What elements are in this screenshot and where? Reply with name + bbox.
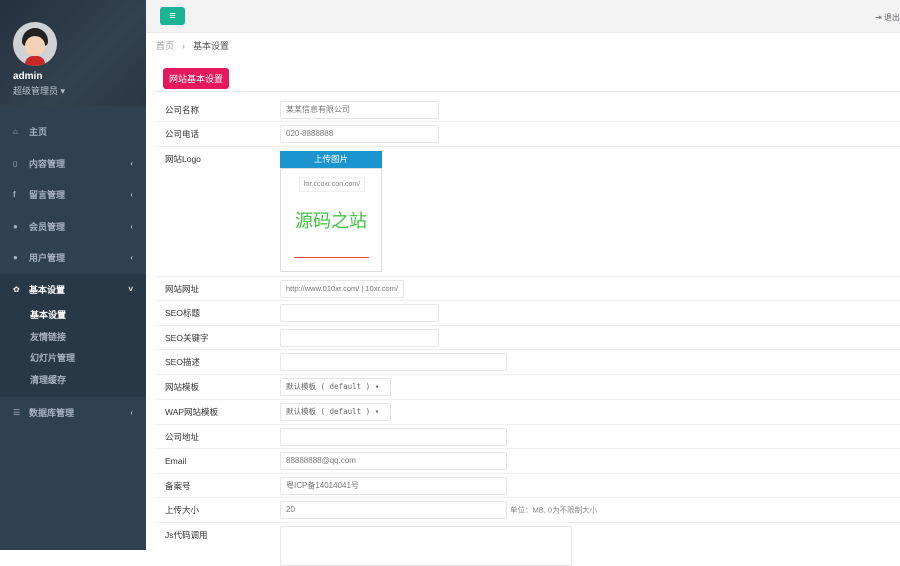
row-company-phone: 公司电话 020-8888888 (155, 122, 900, 147)
upload-size-hint: 单位：MB, 0为不限制大小 (510, 505, 598, 515)
chevron-right-icon: › (182, 41, 186, 51)
topbar: ≡ ⇥ 退出 (146, 0, 900, 33)
company-phone-input[interactable]: 020-8888888 (280, 125, 439, 143)
row-template: 网站模板 默认模板 ( default ) ▾ (155, 375, 900, 400)
company-name-input[interactable]: 某某信息有限公司 (280, 101, 439, 119)
row-logo: 网站Logo (155, 147, 900, 277)
row-upload-size: 上传大小 20 单位：MB, 0为不限制大小 (155, 498, 900, 523)
template-select[interactable]: 默认模板 ( default ) ▾ (280, 378, 391, 396)
chevron-left-icon: ‹ (130, 253, 133, 263)
avatar (13, 22, 57, 66)
row-js-code: Js代码调用 (155, 523, 900, 566)
sidebar-item-members[interactable]: ● 会员管理 ‹ (0, 211, 146, 243)
row-seo-title: SEO标题 (155, 301, 900, 326)
chevron-left-icon: ‹ (130, 190, 133, 200)
hamburger-icon: ≡ (169, 10, 176, 22)
logo-preview: htr.ccoxr.con.com/ 源码之站 (280, 168, 382, 272)
row-icp: 备案号 粤ICP备14014041号 (155, 474, 900, 498)
submenu-clear-cache[interactable]: 清理缓存 (0, 370, 146, 392)
row-email: Email 88888888@qq.com (155, 449, 900, 474)
sidebar-item-users[interactable]: ● 用户管理 ‹ (0, 242, 146, 274)
site-url-input[interactable]: http://www.010xr.com/ | 10xr.com/ (280, 280, 404, 298)
breadcrumb-home[interactable]: 首页 (156, 41, 174, 51)
sign-out-icon: ⇥ (875, 13, 882, 22)
sidebar-item-messages[interactable]: f 留言管理 ‹ (0, 179, 146, 211)
sidebar-item-content[interactable]: ▯ 内容管理 ‹ (0, 148, 146, 180)
wap-template-select[interactable]: 默认模板 ( default ) ▾ (280, 403, 391, 421)
chevron-left-icon: ‹ (130, 158, 133, 168)
email-input[interactable]: 88888888@qq.com (280, 452, 507, 470)
user-role-dropdown[interactable]: 超级管理员 ▾ (13, 84, 146, 97)
chevron-left-icon: ‹ (130, 221, 133, 231)
user-icon: ● (13, 253, 18, 263)
user-name: admin (13, 71, 43, 82)
user-icon: ● (13, 221, 18, 231)
row-seo-keywords: SEO关键字 (155, 326, 900, 350)
upload-size-input[interactable]: 20 (280, 501, 507, 519)
row-address: 公司地址 (155, 425, 900, 449)
submenu-basic-settings[interactable]: 基本设置 (0, 305, 146, 327)
row-wap-template: WAP网站模板 默认模板 ( default ) ▾ (155, 400, 900, 425)
upload-image-button[interactable]: 上传图片 (280, 151, 382, 168)
js-code-textarea[interactable] (280, 526, 572, 566)
section-tag: 网站基本设置 (163, 68, 230, 89)
logout-link[interactable]: ⇥ 退出 (875, 12, 900, 23)
menu-toggle-button[interactable]: ≡ (160, 7, 185, 25)
breadcrumb: 首页 › 基本设置 (156, 39, 229, 52)
gear-icon: ✿ (13, 284, 20, 294)
chevron-down-icon: ˅ (128, 284, 133, 294)
breadcrumb-current: 基本设置 (193, 41, 230, 51)
chevron-left-icon: ‹ (130, 408, 133, 418)
home-icon: ⌂ (13, 127, 18, 137)
facebook-icon: f (13, 190, 16, 200)
submenu-slides[interactable]: 幻灯片管理 (0, 348, 146, 370)
sidebar: admin 超级管理员 ▾ ⌂ 主页 ▯ 内容管理 ‹ f 留言管理 ‹ ● 会员管理 ‹ ●… (0, 0, 146, 550)
submenu-friend-links[interactable]: 友情链接 (0, 327, 146, 349)
address-input[interactable] (280, 428, 507, 446)
file-icon: ▯ (13, 158, 18, 168)
icp-input[interactable]: 粤ICP备14014041号 (280, 477, 507, 495)
seo-title-input[interactable] (280, 304, 439, 322)
divider (155, 91, 900, 92)
seo-keywords-input[interactable] (280, 329, 439, 347)
row-seo-desc: SEO描述 (155, 350, 900, 375)
sidebar-item-database[interactable]: ☰ 数据库管理 ‹ (0, 397, 146, 429)
database-icon: ☰ (13, 408, 21, 418)
seo-desc-input[interactable] (280, 353, 507, 371)
row-site-url: 网站网址 http://www.010xr.com/ | 10xr.com/ (155, 277, 900, 301)
sidebar-item-home[interactable]: ⌂ 主页 (0, 116, 146, 148)
sidebar-item-settings[interactable]: ✿ 基本设置 ˅ (0, 273, 146, 305)
row-company-name: 公司名称 某某信息有限公司 (155, 98, 900, 122)
profile: admin 超级管理员 ▾ (0, 0, 146, 106)
